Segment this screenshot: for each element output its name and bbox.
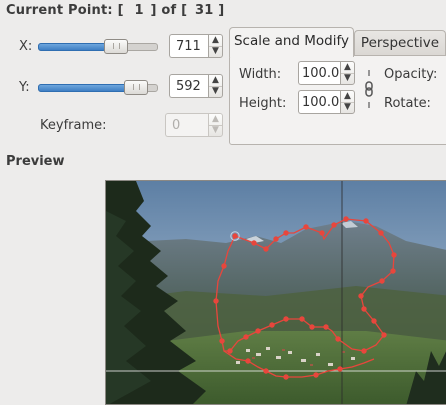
y-input[interactable]: 592	[169, 74, 208, 98]
rotate-label: Rotate:	[384, 96, 431, 111]
keyframe-label: Keyframe:	[40, 118, 107, 133]
opacity-label: Opacity:	[384, 67, 438, 82]
chain-link-icon[interactable]	[362, 66, 376, 112]
x-spinbox[interactable]: 711 ▲ ▼	[169, 34, 223, 58]
x-slider-handle[interactable]	[104, 39, 128, 54]
width-spin-buttons[interactable]: ▲ ▼	[340, 61, 355, 85]
x-label: X:	[19, 39, 33, 54]
x-input[interactable]: 711	[169, 34, 208, 58]
x-decrement-icon[interactable]: ▼	[209, 46, 222, 57]
bracket-open: [	[117, 3, 124, 18]
bracket-open: [	[181, 3, 188, 18]
preview-image	[106, 181, 446, 404]
height-decrement-icon[interactable]: ▼	[341, 102, 354, 113]
width-input[interactable]: 100.0	[298, 61, 340, 85]
y-spin-buttons[interactable]: ▲ ▼	[208, 74, 223, 98]
height-label: Height:	[239, 96, 287, 111]
y-slider[interactable]	[38, 80, 158, 95]
x-slider[interactable]	[38, 39, 158, 54]
tab-scale-and-modify[interactable]: Scale and Modify	[229, 27, 354, 57]
width-decrement-icon[interactable]: ▼	[341, 73, 354, 84]
x-slider-fill	[38, 43, 106, 51]
keyframe-decrement-icon: ▼	[212, 125, 219, 135]
tab-perspective[interactable]: Perspective	[354, 30, 446, 56]
preview-canvas[interactable]	[105, 180, 446, 405]
current-point-label: Current Point:	[6, 3, 113, 18]
bracket-close: ]	[218, 3, 225, 18]
current-point-indicator: Current Point: [ 1 ] of [ 31 ]	[6, 3, 224, 18]
current-point-number: 1	[134, 3, 144, 18]
preview-heading: Preview	[6, 154, 65, 169]
y-slider-fill	[38, 84, 130, 92]
x-spin-buttons[interactable]: ▲ ▼	[208, 34, 223, 58]
width-label: Width:	[239, 67, 282, 82]
keyframe-spinbox: 0 ▲ ▼	[165, 113, 223, 137]
height-spin-buttons[interactable]: ▲ ▼	[340, 90, 355, 114]
keyframe-spin-buttons: ▲ ▼	[208, 113, 223, 137]
y-label: Y:	[19, 80, 30, 95]
total-points-number: 31	[194, 3, 214, 18]
height-input[interactable]: 100.0	[298, 90, 340, 114]
y-decrement-icon[interactable]: ▼	[209, 86, 222, 97]
y-spinbox[interactable]: 592 ▲ ▼	[169, 74, 223, 98]
tab-scale-and-modify-label: Scale and Modify	[233, 33, 350, 49]
keyframe-input: 0	[165, 113, 208, 137]
bracket-close: ]	[150, 3, 157, 18]
y-slider-handle[interactable]	[124, 80, 148, 95]
of-label: of	[161, 3, 177, 18]
tab-perspective-label: Perspective	[360, 35, 440, 51]
height-spinbox[interactable]: 100.0 ▲ ▼	[298, 90, 355, 114]
width-spinbox[interactable]: 100.0 ▲ ▼	[298, 61, 355, 85]
